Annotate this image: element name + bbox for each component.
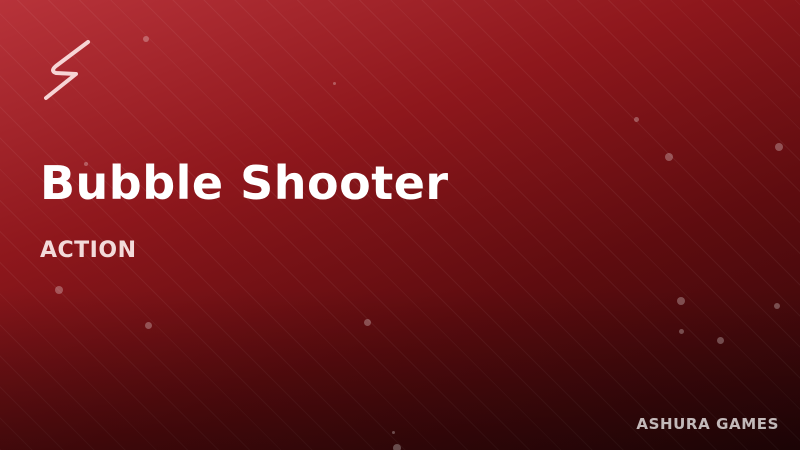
bubble-particle [717,337,724,344]
game-category: ACTION [40,238,137,263]
publisher-name: ASHURA GAMES [636,415,779,433]
bubble-particle [55,286,63,294]
bubble-particle [677,297,685,305]
bubble-particle [333,82,336,85]
bubble-particle [392,431,395,434]
bubble-particle [393,444,401,450]
game-banner: Bubble Shooter ACTION ASHURA GAMES [0,0,800,450]
bubble-particle [143,36,149,42]
bubble-particle [774,303,780,309]
game-title: Bubble Shooter [40,156,449,210]
bubble-particle [364,319,371,326]
lightning-bolt-icon [44,40,90,100]
bubble-particle [679,329,684,334]
bubble-particle [145,322,152,329]
bubble-particle [634,117,639,122]
bubble-particle [775,143,783,151]
bubble-particle [665,153,673,161]
